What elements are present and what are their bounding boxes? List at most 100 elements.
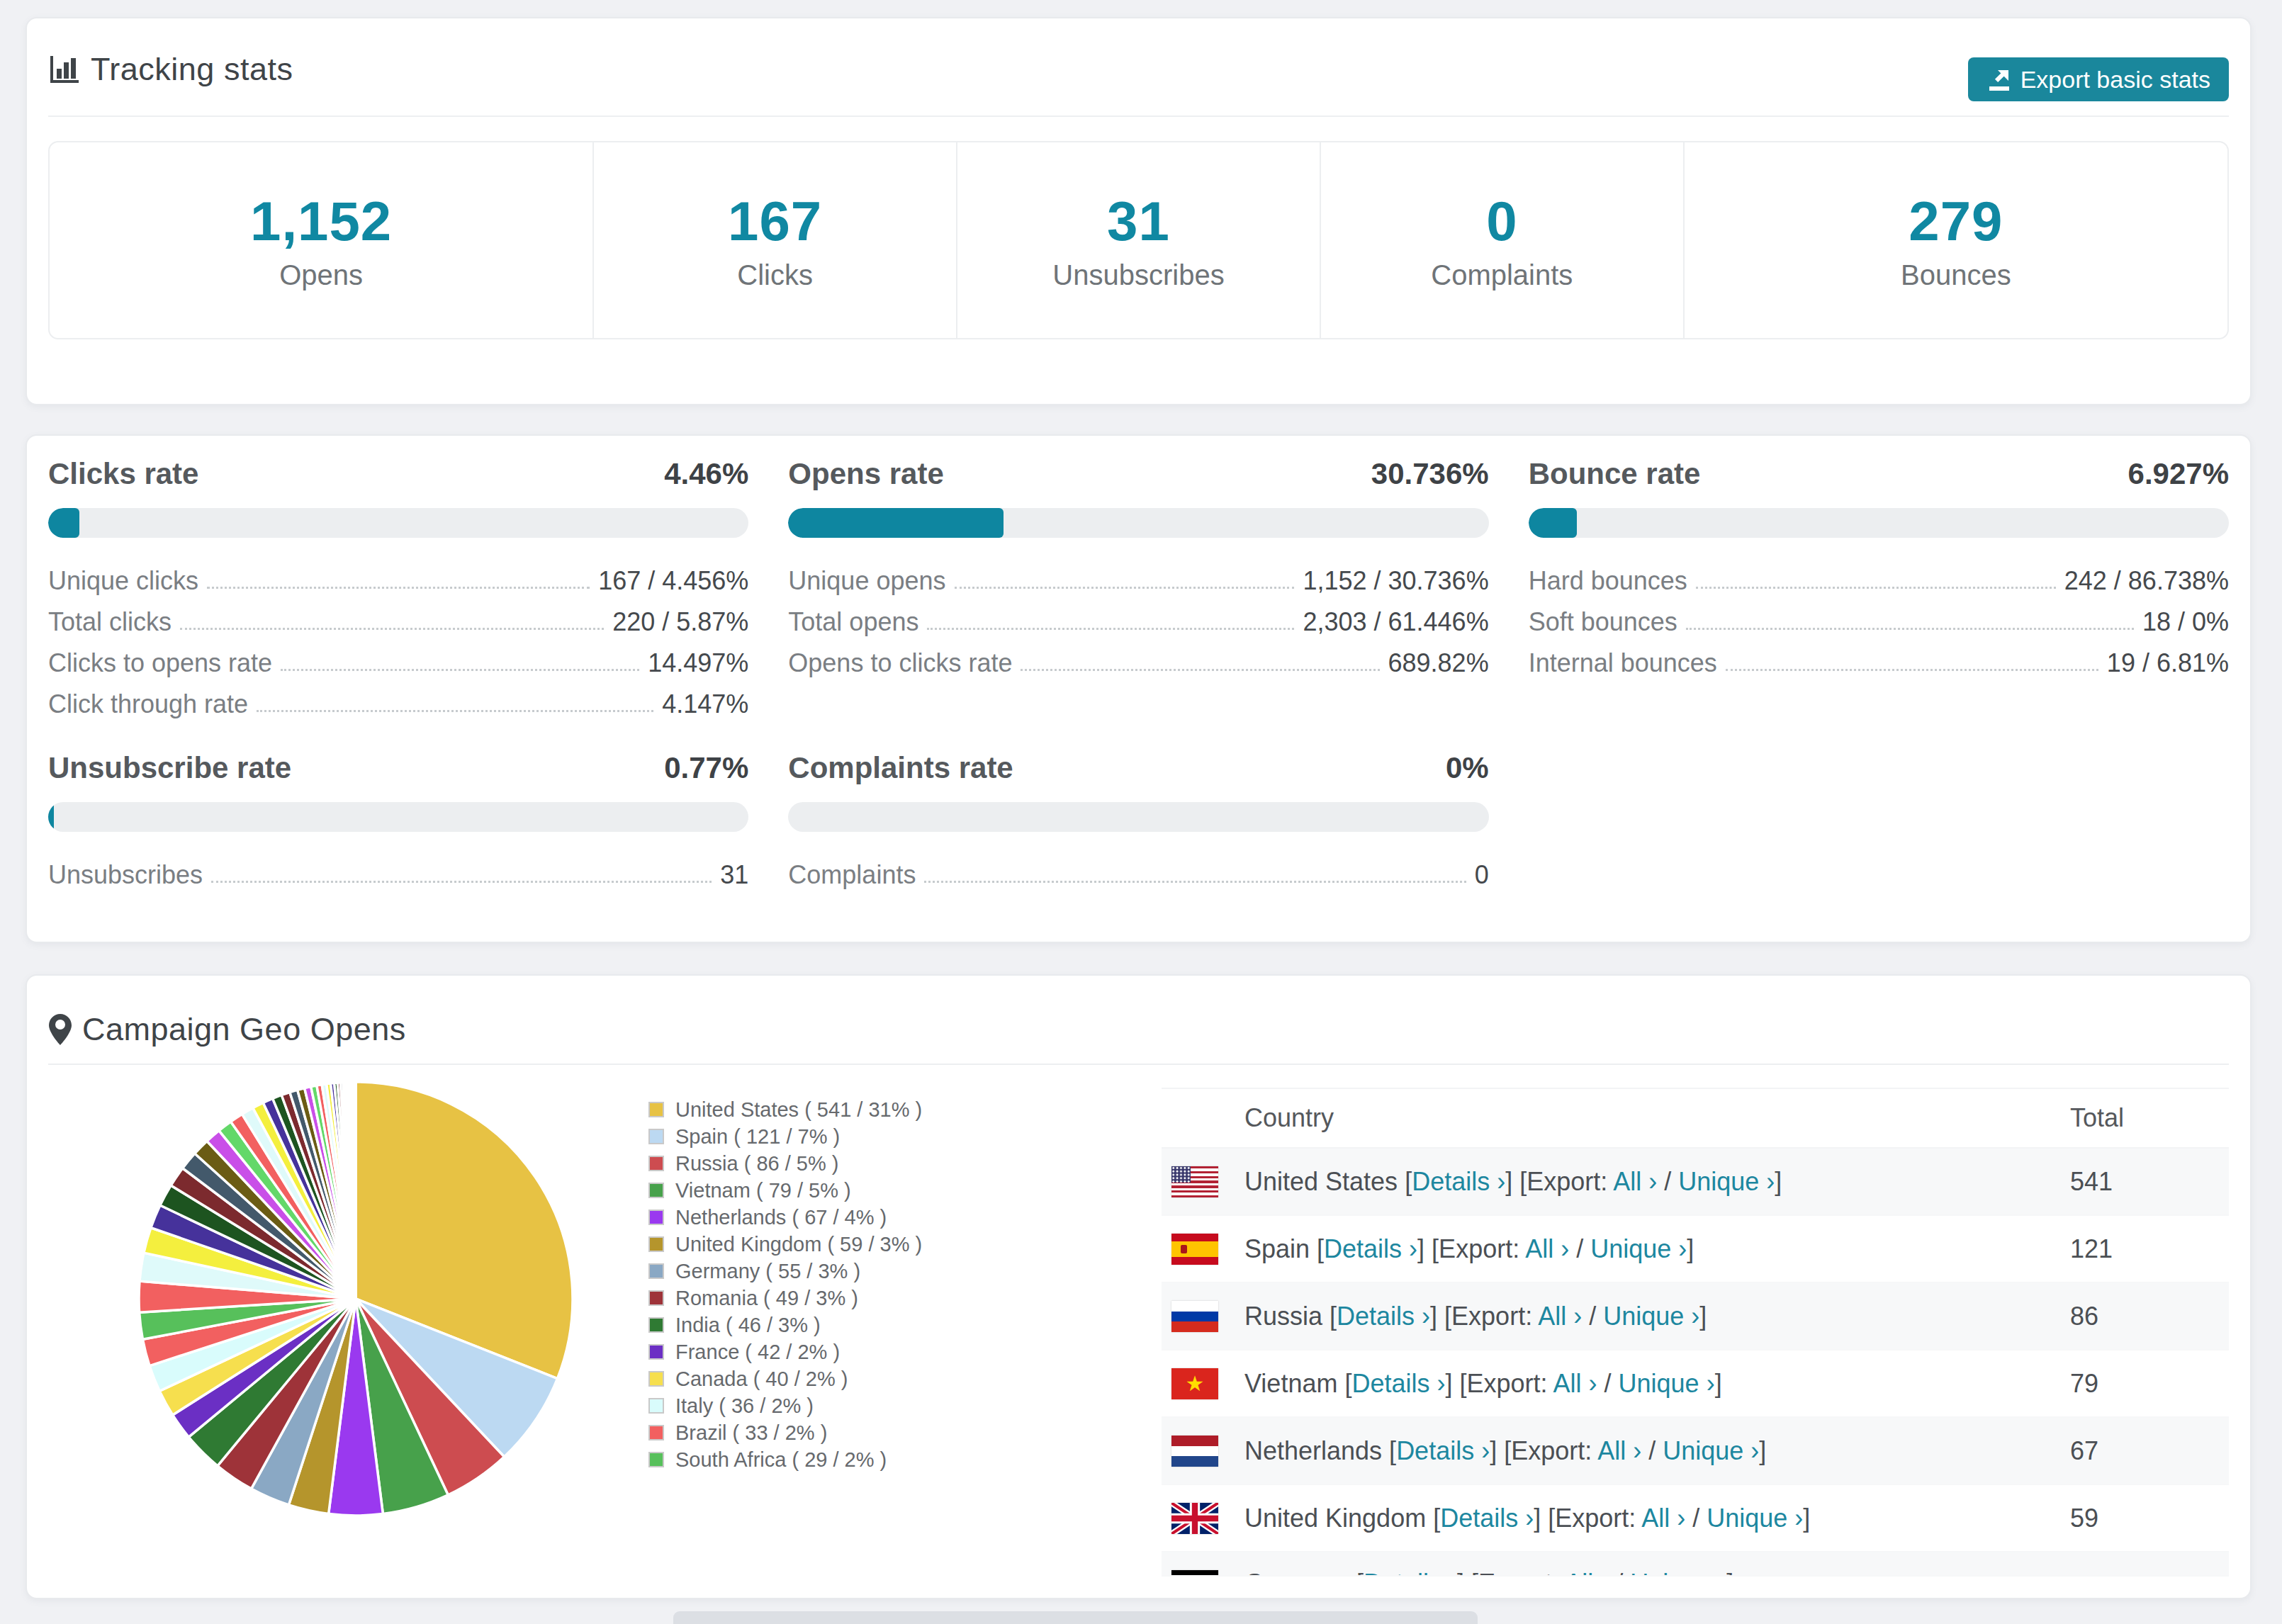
page-title: Tracking stats <box>91 51 293 88</box>
stat-bounces: 279 Bounces <box>1683 142 2227 338</box>
rate-title: Unsubscribe rate <box>48 751 291 785</box>
geo-table-row-es: Spain [Details ›] [Export: All › / Uniqu… <box>1162 1216 2229 1283</box>
flag-vn <box>1171 1368 1218 1399</box>
country-cell: Spain [Details ›] [Export: All › / Uniqu… <box>1244 1234 1694 1264</box>
geo-table-row-ru: Russia [Details ›] [Export: All › / Uniq… <box>1162 1283 2229 1350</box>
export-all-link[interactable]: All › <box>1553 1369 1597 1398</box>
dotted-leader <box>924 862 1466 883</box>
rate-row: Click through rate4.147% <box>48 691 748 718</box>
legend-item-in: India ( 46 / 3% ) <box>648 1312 1074 1338</box>
bar-chart-icon <box>48 53 81 86</box>
export-unique-link[interactable]: Unique › <box>1619 1369 1715 1398</box>
legend-swatch <box>648 1156 664 1171</box>
geo-table-row-us: United States [Details ›] [Export: All ›… <box>1162 1149 2229 1216</box>
dotted-leader <box>207 568 590 589</box>
details-link[interactable]: Details › <box>1364 1569 1457 1577</box>
stat-value: 31 <box>1107 189 1170 254</box>
legend-item-gb: United Kingdom ( 59 / 3% ) <box>648 1231 1074 1258</box>
legend-label: United Kingdom ( 59 / 3% ) <box>675 1233 922 1256</box>
rate-title: Bounce rate <box>1529 457 1701 491</box>
legend-label: Italy ( 36 / 2% ) <box>675 1394 814 1418</box>
legend-label: Vietnam ( 79 / 5% ) <box>675 1179 851 1202</box>
progress-bar <box>1529 508 2229 538</box>
rate-percent: 0% <box>1446 751 1489 785</box>
export-unique-link[interactable]: Unique › <box>1590 1234 1687 1263</box>
rate-title: Complaints rate <box>788 751 1013 785</box>
details-link[interactable]: Details › <box>1396 1436 1490 1465</box>
legend-label: Germany ( 55 / 3% ) <box>675 1260 860 1283</box>
export-all-link[interactable]: All › <box>1613 1167 1657 1196</box>
country-cell: United States [Details ›] [Export: All ›… <box>1244 1167 1782 1197</box>
details-link[interactable]: Details › <box>1324 1234 1417 1263</box>
details-link[interactable]: Details › <box>1440 1504 1534 1533</box>
legend-item-es: Spain ( 121 / 7% ) <box>648 1123 1074 1150</box>
export-all-link[interactable]: All › <box>1538 1302 1582 1331</box>
stat-label: Unsubscribes <box>1052 259 1224 291</box>
map-pin-icon <box>48 1013 72 1046</box>
export-unique-link[interactable]: Unique › <box>1678 1167 1775 1196</box>
rate-row: Hard bounces242 / 86.738% <box>1529 568 2229 594</box>
stat-complaints: 0Complaints <box>1320 142 1683 338</box>
dotted-leader <box>1021 650 1379 671</box>
legend-swatch <box>648 1452 664 1467</box>
details-link[interactable]: Details › <box>1351 1369 1445 1398</box>
geo-content: United States ( 541 / 31% ) Spain ( 121 /… <box>48 1088 2229 1577</box>
export-button-label: Export basic stats <box>2020 66 2210 94</box>
legend-item-za: South Africa ( 29 / 2% ) <box>648 1446 1074 1473</box>
pie-legend: United States ( 541 / 31% ) Spain ( 121 /… <box>648 1096 1074 1473</box>
legend-swatch <box>648 1371 664 1387</box>
export-unique-link[interactable]: Unique › <box>1707 1504 1803 1533</box>
legend-label: United States ( 541 / 31% ) <box>675 1098 922 1122</box>
export-unique-link[interactable]: Unique › <box>1603 1302 1699 1331</box>
flag-ru <box>1171 1301 1218 1332</box>
details-link[interactable]: Details › <box>1412 1167 1505 1196</box>
progress-bar <box>48 802 748 832</box>
horizontal-scrollbar-thumb[interactable] <box>673 1611 1478 1624</box>
progress-fill <box>48 508 79 538</box>
total-cell: 541 <box>2070 1167 2113 1197</box>
rate-percent: 30.736% <box>1371 457 1489 491</box>
progress-fill <box>1529 508 1577 538</box>
details-link[interactable]: Details › <box>1337 1302 1430 1331</box>
legend-item-br: Brazil ( 33 / 2% ) <box>648 1419 1074 1446</box>
total-cell: 67 <box>2070 1436 2098 1466</box>
dotted-leader <box>257 691 653 712</box>
total-cell: 79 <box>2070 1369 2098 1399</box>
export-all-link[interactable]: All › <box>1525 1234 1569 1263</box>
legend-swatch <box>648 1398 664 1414</box>
rates-grid: Clicks rate4.46%Unique clicks167 / 4.456… <box>48 457 2229 903</box>
export-unique-link[interactable]: Unique › <box>1630 1569 1726 1577</box>
legend-label: Romania ( 49 / 3% ) <box>675 1287 858 1310</box>
bounce-rate-section: Bounce rate6.927%Hard bounces242 / 86.73… <box>1529 457 2229 732</box>
legend-swatch <box>648 1129 664 1144</box>
unsubscribe-rate-section: Unsubscribe rate0.77%Unsubscribes31 <box>48 751 748 903</box>
stat-opens: 1,152Opens <box>50 142 592 338</box>
rate-row: Complaints0 <box>788 862 1488 889</box>
export-all-link[interactable]: All › <box>1641 1504 1685 1533</box>
stat-label: Bounces <box>1901 259 2011 291</box>
flag-us <box>1171 1166 1218 1197</box>
rate-row: Unique opens1,152 / 30.736% <box>788 568 1488 594</box>
country-cell: Germany [Details ›] [Export: All › / Uni… <box>1244 1569 1733 1577</box>
legend-item-ca: Canada ( 40 / 2% ) <box>648 1365 1074 1392</box>
legend-item-fr: France ( 42 / 2% ) <box>648 1338 1074 1365</box>
stat-value: 279 <box>1909 189 2003 254</box>
legend-swatch <box>648 1183 664 1198</box>
dotted-leader <box>211 862 712 883</box>
rate-row: Unsubscribes31 <box>48 862 748 889</box>
export-all-link[interactable]: All › <box>1565 1569 1609 1577</box>
legend-label: Spain ( 121 / 7% ) <box>675 1125 840 1149</box>
geo-table-row-partial: Germany [Details ›] [Export: All › / Uni… <box>1162 1552 2229 1577</box>
stat-value: 0 <box>1486 189 1517 254</box>
divider <box>48 115 2229 117</box>
geo-table-row-vn: Vietnam [Details ›] [Export: All › / Uni… <box>1162 1350 2229 1418</box>
total-cell: 86 <box>2070 1302 2098 1331</box>
rate-row: Total clicks220 / 5.87% <box>48 609 748 636</box>
export-all-link[interactable]: All › <box>1597 1436 1641 1465</box>
export-basic-stats-button[interactable]: Export basic stats <box>1968 57 2229 101</box>
opens-rate-section: Opens rate30.736%Unique opens1,152 / 30.… <box>788 457 1488 732</box>
legend-item-us: United States ( 541 / 31% ) <box>648 1096 1074 1123</box>
export-unique-link[interactable]: Unique › <box>1663 1436 1759 1465</box>
legend-label: South Africa ( 29 / 2% ) <box>675 1448 887 1472</box>
stat-value: 1,152 <box>250 189 392 254</box>
